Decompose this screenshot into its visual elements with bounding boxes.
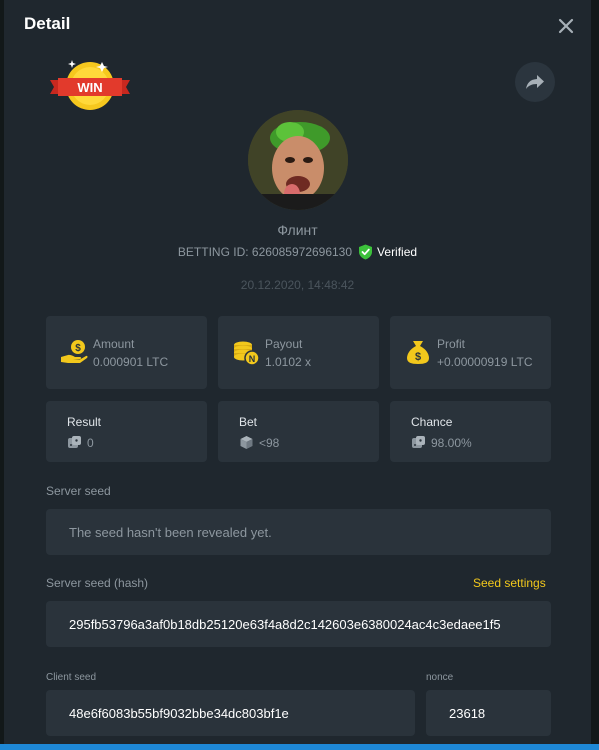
result-card: Result 0 — [46, 401, 207, 462]
share-icon — [526, 75, 544, 89]
player-name: Флинт — [277, 222, 318, 238]
svg-text:N: N — [249, 354, 256, 364]
client-seed-field[interactable]: 48e6f6083b55bf9032bbe34dc803bf1e — [46, 690, 415, 736]
payout-card: N Payout 1.0102 x — [218, 316, 379, 389]
bet-card: Bet <98 — [218, 401, 379, 462]
client-seed-label: Client seed — [46, 672, 97, 683]
betting-id: BETTING ID: 626085972696130 — [177, 245, 353, 259]
money-hand-icon: $ — [61, 340, 88, 363]
dice-icon — [412, 436, 425, 448]
server-seed-label: Server seed — [46, 484, 111, 498]
bet-label: Bet — [239, 415, 258, 429]
bottom-accent-bar — [0, 744, 599, 750]
nonce-field[interactable]: 23618 — [426, 690, 551, 736]
bet-value: <98 — [259, 435, 280, 450]
server-seed-hash-label: Server seed (hash) — [46, 576, 149, 590]
close-button[interactable] — [556, 16, 576, 36]
svg-text:$: $ — [75, 343, 81, 354]
bet-datetime: 20.12.2020, 14:48:42 — [240, 278, 355, 292]
bet-detail-modal: Detail WIN Флинт BETTING ID: 62608597269… — [4, 0, 591, 750]
win-badge: WIN — [44, 58, 136, 114]
amount-label: Amount — [93, 337, 135, 351]
avatar — [248, 110, 348, 210]
payout-label: Payout — [265, 337, 303, 351]
win-badge-icon: WIN — [50, 60, 130, 110]
amount-value: 0.000901 LTC — [93, 355, 169, 369]
coins-stack-icon: N — [234, 341, 260, 366]
server-seed-field[interactable]: The seed hasn't been revealed yet. — [46, 509, 551, 555]
share-button[interactable] — [515, 62, 555, 102]
shield-check-icon — [359, 244, 373, 260]
modal-scrollbar[interactable] — [591, 0, 599, 750]
verified-badge: Verified — [358, 244, 417, 260]
profit-card: $ Profit +0.00000919 LTC — [390, 316, 551, 389]
svg-text:$: $ — [415, 351, 421, 363]
verified-label: Verified — [377, 245, 418, 259]
nonce-label: nonce — [426, 672, 454, 683]
dice-icon — [68, 436, 81, 448]
profit-label: Profit — [437, 337, 466, 351]
result-value: 0 — [87, 435, 94, 450]
result-label: Result — [67, 415, 102, 429]
server-seed-hash-field[interactable]: 295fb53796a3af0b18db25120e63f4a8d2c14260… — [46, 601, 551, 647]
betting-id-row: BETTING ID: 626085972696130 Verified — [4, 244, 591, 260]
amount-card: $ Amount 0.000901 LTC — [46, 316, 207, 389]
chance-label: Chance — [411, 415, 453, 429]
money-bag-icon: $ — [407, 341, 429, 364]
avatar-image — [248, 110, 348, 210]
win-badge-text: WIN — [77, 80, 102, 95]
close-icon — [558, 18, 574, 34]
profit-value: +0.00000919 LTC — [437, 355, 533, 369]
chance-value: 98.00% — [431, 435, 472, 450]
seed-settings-link[interactable]: Seed settings — [473, 576, 546, 590]
cube-icon — [240, 436, 253, 449]
payout-value: 1.0102 x — [265, 355, 312, 369]
modal-title: Detail — [24, 14, 71, 33]
chance-card: Chance 98.00% — [390, 401, 551, 462]
